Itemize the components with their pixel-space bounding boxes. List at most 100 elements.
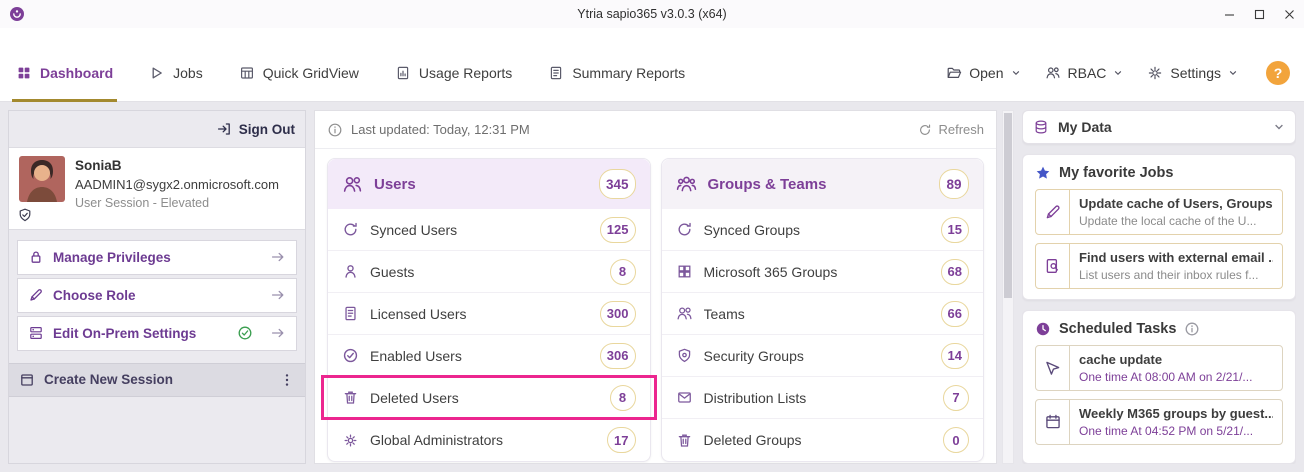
license-document-icon <box>342 305 359 322</box>
dashboard-header: Last updated: Today, 12:31 PM Refresh <box>315 111 996 149</box>
stat-row-global-administrators[interactable]: Global Administrators 17 <box>328 419 650 461</box>
main-wrap: Last updated: Today, 12:31 PM Refresh <box>314 110 1014 464</box>
edit-onprem-settings-button[interactable]: Edit On-Prem Settings <box>17 316 297 351</box>
stat-row-m365-groups[interactable]: Microsoft 365 Groups 68 <box>662 251 984 293</box>
task-title: Weekly M365 groups by guest... <box>1079 406 1273 421</box>
scrollbar-thumb[interactable] <box>1004 113 1012 298</box>
refresh-label: Refresh <box>938 122 984 137</box>
action-label: Manage Privileges <box>53 250 171 265</box>
database-icon <box>1033 119 1049 135</box>
session-sidebar: Sign Out SoniaB AADMIN1@sygx2.onmicrosof… <box>8 110 306 464</box>
card-count-badge: 345 <box>599 169 636 199</box>
chevron-down-icon <box>1011 68 1021 78</box>
lock-icon <box>28 249 44 265</box>
scheduled-task-item[interactable]: Weekly M365 groups by guest... One time … <box>1035 399 1283 445</box>
stat-row-synced-groups[interactable]: Synced Groups 15 <box>662 209 984 251</box>
minimize-button[interactable] <box>1214 0 1244 28</box>
create-new-session-button[interactable]: Create New Session <box>9 363 305 397</box>
tab-label: Summary Reports <box>572 65 685 81</box>
tab-jobs[interactable]: Jobs <box>149 44 203 102</box>
action-label: Edit On-Prem Settings <box>53 326 196 341</box>
favorite-job-item[interactable]: Update cache of Users, Groups... Update … <box>1035 189 1283 235</box>
groups-card-header[interactable]: Groups & Teams 89 <box>662 159 984 209</box>
tab-dashboard[interactable]: Dashboard <box>16 44 113 102</box>
users-card: Users 345 Synced Users 125 <box>327 158 651 462</box>
card-count-badge: 89 <box>939 169 969 199</box>
help-button[interactable]: ? <box>1266 61 1290 85</box>
stat-row-deleted-users[interactable]: Deleted Users 8 <box>328 377 650 419</box>
scheduled-task-item[interactable]: cache update One time At 08:00 AM on 2/2… <box>1035 345 1283 391</box>
signout-row: Sign Out <box>9 111 305 147</box>
maximize-button[interactable] <box>1244 0 1274 28</box>
stat-row-deleted-groups[interactable]: Deleted Groups 0 <box>662 419 984 461</box>
trash-icon <box>342 389 359 406</box>
job-subtitle: List users and their inbox rules f... <box>1079 268 1273 282</box>
users-card-header[interactable]: Users 345 <box>328 159 650 209</box>
sign-out-button[interactable]: Sign Out <box>216 121 295 137</box>
task-subtitle: One time At 04:52 PM on 5/21/... <box>1079 424 1273 438</box>
rbac-menu[interactable]: RBAC <box>1045 65 1124 81</box>
content-area: Sign Out SoniaB AADMIN1@sygx2.onmicrosof… <box>0 102 1304 472</box>
tab-usage-reports[interactable]: Usage Reports <box>395 44 512 102</box>
stat-row-security-groups[interactable]: Security Groups 14 <box>662 335 984 377</box>
info-icon[interactable] <box>1184 321 1200 337</box>
close-button[interactable] <box>1274 0 1304 28</box>
job-doc-search-icon <box>1036 244 1070 288</box>
stat-row-synced-users[interactable]: Synced Users 125 <box>328 209 650 251</box>
dashboard-panel: Last updated: Today, 12:31 PM Refresh <box>314 110 997 464</box>
scheduled-tasks-card: Scheduled Tasks cache update One time At… <box>1022 310 1296 464</box>
tab-quick-gridview[interactable]: Quick GridView <box>239 44 359 102</box>
stat-label: Enabled Users <box>370 348 462 364</box>
window-title: Ytria sapio365 v3.0.3 (x64) <box>0 7 1304 21</box>
info-icon <box>327 122 343 138</box>
stat-count-badge: 0 <box>943 427 969 453</box>
my-data-header[interactable]: My Data <box>1022 110 1296 144</box>
arrow-right-icon <box>270 249 286 265</box>
choose-role-button[interactable]: Choose Role <box>17 278 297 313</box>
stat-count-badge: 14 <box>941 343 969 369</box>
sign-out-label: Sign Out <box>239 122 295 137</box>
session-shield-icon <box>17 207 33 223</box>
stat-row-guests[interactable]: Guests 8 <box>328 251 650 293</box>
window-controls <box>1214 0 1304 28</box>
stat-row-distribution-lists[interactable]: Distribution Lists 7 <box>662 377 984 419</box>
sync-icon <box>676 221 693 238</box>
stat-count-badge: 306 <box>600 343 636 369</box>
tab-summary-reports[interactable]: Summary Reports <box>548 44 685 102</box>
envelope-icon <box>676 389 693 406</box>
tab-label: Jobs <box>173 65 203 81</box>
check-circle-green-icon <box>237 325 253 341</box>
teams-people-icon <box>676 305 693 322</box>
stat-row-licensed-users[interactable]: Licensed Users 300 <box>328 293 650 335</box>
job-subtitle: Update the local cache of the U... <box>1079 214 1273 228</box>
stat-count-badge: 15 <box>941 217 969 243</box>
stat-count-badge: 66 <box>941 301 969 327</box>
folder-open-icon <box>946 65 962 81</box>
favorite-job-item[interactable]: Find users with external email ... List … <box>1035 243 1283 289</box>
title-bar: Ytria sapio365 v3.0.3 (x64) <box>0 0 1304 28</box>
groups-card: Groups & Teams 89 Synced Groups 15 <box>661 158 985 462</box>
vertical-scrollbar[interactable] <box>1002 110 1014 464</box>
job-text: Update cache of Users, Groups... Update … <box>1070 190 1282 234</box>
open-menu[interactable]: Open <box>946 65 1020 81</box>
manage-privileges-button[interactable]: Manage Privileges <box>17 240 297 275</box>
sync-icon <box>342 221 359 238</box>
stat-label: Deleted Users <box>370 390 459 406</box>
refresh-button[interactable]: Refresh <box>918 122 984 137</box>
stat-label: Distribution Lists <box>704 390 807 406</box>
stat-label: Licensed Users <box>370 306 467 322</box>
stat-row-enabled-users[interactable]: Enabled Users 306 <box>328 335 650 377</box>
job-pen-icon <box>1036 190 1070 234</box>
avatar <box>19 156 65 202</box>
stat-row-teams[interactable]: Teams 66 <box>662 293 984 335</box>
kebab-menu-icon[interactable] <box>279 372 295 388</box>
stat-label: Global Administrators <box>370 432 503 448</box>
task-text: Weekly M365 groups by guest... One time … <box>1070 400 1282 444</box>
user-email: AADMIN1@sygx2.onmicrosoft.com <box>75 176 279 195</box>
admin-gear-icon <box>342 432 359 449</box>
star-icon <box>1035 165 1051 181</box>
tab-label: Quick GridView <box>263 65 359 81</box>
card-title: Groups & Teams <box>708 176 827 193</box>
arrow-right-icon <box>270 287 286 303</box>
settings-menu[interactable]: Settings <box>1147 65 1238 81</box>
